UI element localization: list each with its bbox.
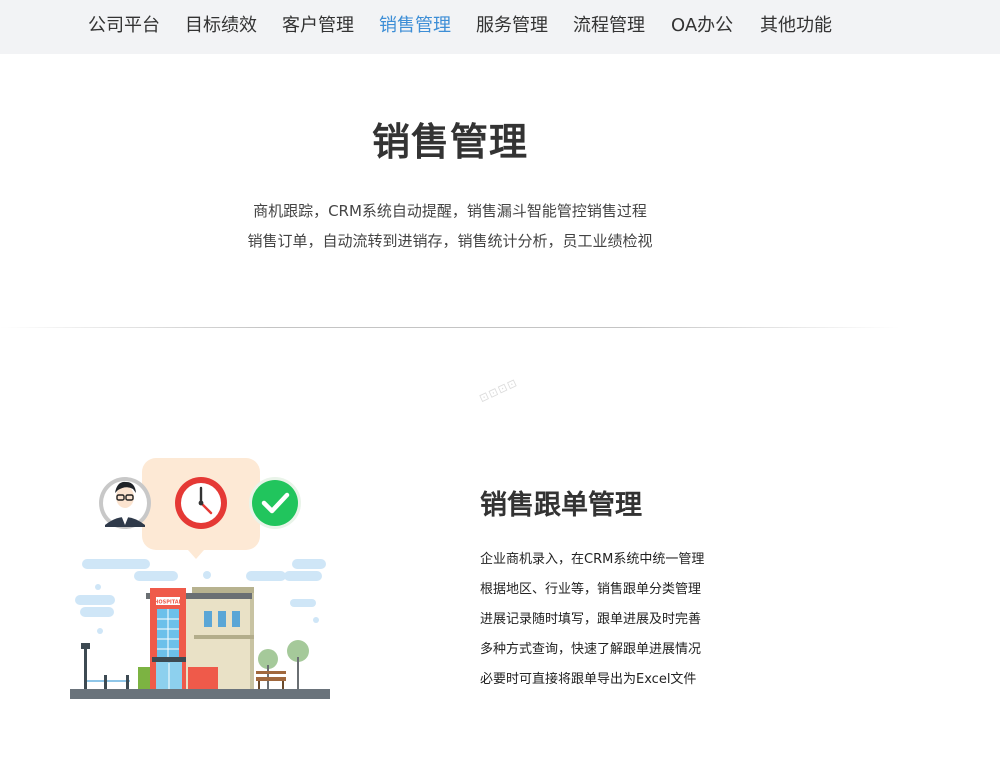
hospital-sign-text: HOSPITAL bbox=[154, 600, 182, 606]
trees-and-bench bbox=[256, 640, 309, 689]
watermark: ⊡⊡⊡⊡ bbox=[477, 375, 520, 406]
hospital-building: HOSPITAL bbox=[146, 587, 254, 692]
intro-line: 商机跟踪，CRM系统自动提醒，销售漏斗智能管控销售过程 bbox=[253, 202, 647, 220]
hospital-illustration: HOSPITAL bbox=[70, 458, 330, 699]
nav-item-goal-performance[interactable]: 目标绩效 bbox=[185, 14, 257, 38]
feature-line: 企业商机录入，在CRM系统中统一管理 bbox=[480, 552, 705, 567]
nav-item-company-platform[interactable]: 公司平台 bbox=[88, 14, 160, 38]
clock-icon bbox=[175, 477, 227, 529]
intro-line: 销售订单，自动流转到进销存，销售统计分析，员工业绩检视 bbox=[247, 232, 653, 250]
section-divider bbox=[0, 327, 900, 328]
nav-item-other-functions[interactable]: 其他功能 bbox=[760, 14, 832, 38]
checkmark-icon bbox=[249, 477, 301, 529]
nav-item-process-management[interactable]: 流程管理 bbox=[573, 14, 645, 38]
feature-title: 销售跟单管理 bbox=[480, 490, 642, 521]
nav-item-customer-management[interactable]: 客户管理 bbox=[282, 14, 354, 38]
ground bbox=[70, 689, 330, 699]
top-navigation: 公司平台 目标绩效 客户管理 销售管理 服务管理 流程管理 OA办公 其他功能 bbox=[0, 0, 1000, 54]
feature-line: 根据地区、行业等，销售跟单分类管理 bbox=[480, 582, 702, 597]
person-avatar-icon bbox=[99, 477, 151, 529]
feature-line: 必要时可直接将跟单导出为Excel文件 bbox=[480, 672, 697, 687]
nav-item-sales-management[interactable]: 销售管理 bbox=[379, 14, 451, 38]
page-title: 销售管理 bbox=[371, 120, 528, 164]
nav-item-service-management[interactable]: 服务管理 bbox=[476, 14, 548, 38]
fence-and-lamp bbox=[81, 643, 150, 691]
nav-item-oa-office[interactable]: OA办公 bbox=[671, 14, 733, 38]
feature-line: 多种方式查询，快速了解跟单进展情况 bbox=[480, 642, 702, 657]
feature-line: 进展记录随时填写，跟单进展及时完善 bbox=[480, 612, 702, 627]
